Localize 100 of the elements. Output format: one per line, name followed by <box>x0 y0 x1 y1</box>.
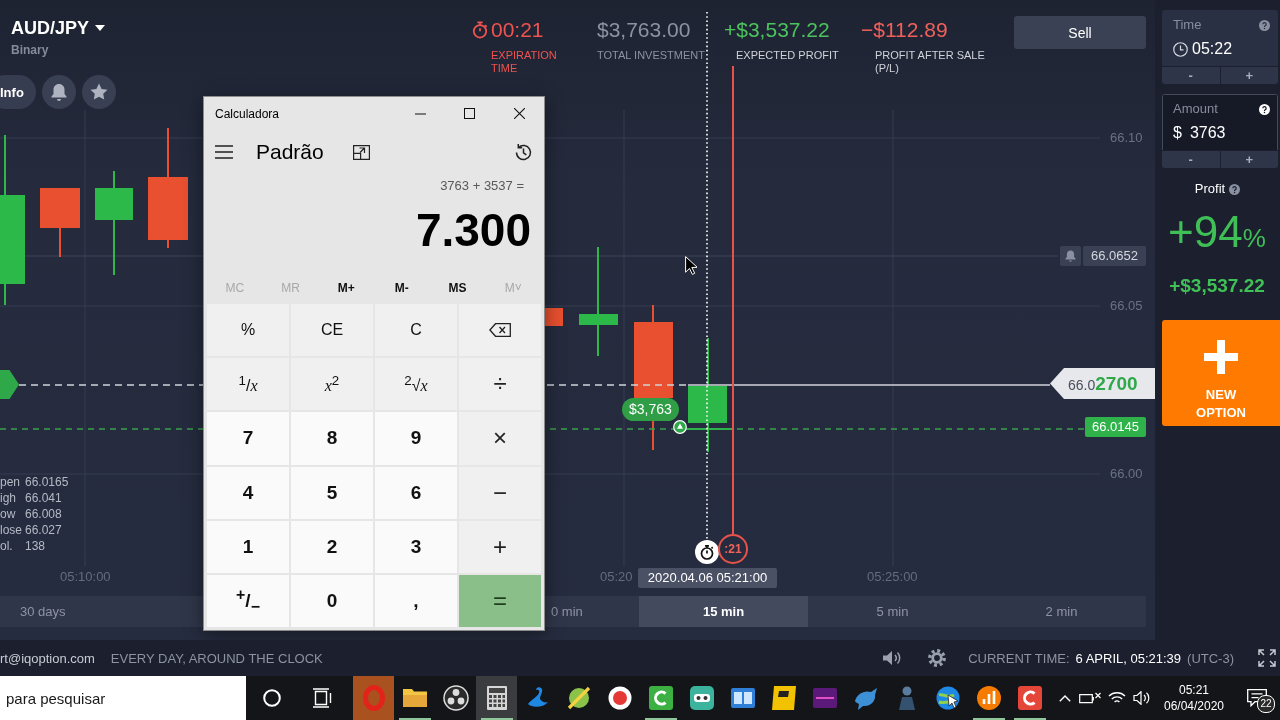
volume-icon[interactable] <box>1133 691 1151 705</box>
ohlc-value: 66.008 <box>25 506 63 522</box>
arc-tile-icon <box>1016 685 1043 711</box>
price-axis-label: 66.00 <box>1110 466 1143 482</box>
wifi-icon[interactable] <box>1108 691 1126 705</box>
ohlc-value: 66.041 <box>25 490 63 506</box>
calculator-key[interactable]: 4 <box>207 466 289 519</box>
equals-key[interactable]: = <box>459 574 541 627</box>
arc-tile-icon <box>647 685 674 711</box>
ohlc-value: 66.0165 <box>25 474 69 490</box>
timeframe-tab[interactable]: 0 min <box>545 596 639 627</box>
expiration-countdown: :21 <box>718 534 748 564</box>
stat-label: EXPIRATION TIME <box>491 49 558 75</box>
amount-field[interactable]: Amount $ 3763 <box>1162 94 1278 150</box>
window-panes-icon <box>729 685 756 711</box>
calculator-key[interactable]: 0 <box>291 574 373 627</box>
ohlc-label: ol. <box>0 538 14 554</box>
calculator-key[interactable]: 6 <box>375 466 457 519</box>
window-title: Calculadora <box>215 106 280 121</box>
settings-icon[interactable] <box>928 649 947 667</box>
decrease-button[interactable]: - <box>1162 151 1220 168</box>
calculator-key[interactable]: $^{+}$/$_{−}$ <box>207 574 289 627</box>
chevron-up-icon[interactable] <box>1059 694 1071 702</box>
ohlc-label: igh <box>0 490 17 506</box>
price-axis-label: 66.10 <box>1110 130 1143 146</box>
stat-value: +$3,537.22 <box>724 18 830 42</box>
bell-icon[interactable] <box>1060 246 1081 266</box>
bell-icon[interactable] <box>41 75 76 109</box>
time-axis-label: 05:10:00 <box>60 569 111 585</box>
fullscreen-icon[interactable] <box>1258 649 1276 667</box>
search-field[interactable]: para pesquisar <box>0 676 246 720</box>
clock-time: 05:21 <box>1179 682 1209 698</box>
currency-symbol: $ <box>1173 123 1182 143</box>
clock-icon <box>1173 41 1188 57</box>
field-label: Time <box>1173 17 1202 33</box>
current-price-tag: 66.02700 <box>1050 368 1155 399</box>
stopwatch-icon <box>472 21 488 39</box>
timeframe-tab[interactable]: 15 min <box>639 596 808 627</box>
stat-label: PROFIT AFTER SALE (P/L) <box>875 49 986 75</box>
tile-app-icon <box>811 685 838 711</box>
three-dot-circle-icon <box>442 685 469 711</box>
notification-count: 22 <box>1257 695 1275 713</box>
timeframe-tab[interactable]: 30 days <box>0 596 200 627</box>
calculator-key[interactable]: 1 <box>207 520 289 573</box>
ring-icon[interactable] <box>263 689 281 707</box>
profit-percent: +94% <box>1168 210 1266 258</box>
taskbar-button[interactable] <box>476 676 517 720</box>
close-icon[interactable] <box>514 108 525 119</box>
timeframe-tab[interactable]: 5 min <box>808 596 977 627</box>
current-time: 6 APRIL, 05:21:39 <box>1075 650 1182 666</box>
stat-label: EXPECTED PROFIT <box>736 49 839 62</box>
minimize-icon[interactable] <box>415 112 426 115</box>
bar-chart-icon <box>975 685 1002 711</box>
sell-button[interactable]: Sell <box>1014 16 1146 49</box>
striped-disc-icon <box>565 685 592 711</box>
time-axis-label: 05:25:00 <box>867 569 918 585</box>
tile-app-icon <box>770 685 797 711</box>
increase-button[interactable]: + <box>1220 151 1278 168</box>
volume-icon[interactable] <box>882 650 903 666</box>
clock-date: 06/04/2020 <box>1163 698 1225 714</box>
help-icon[interactable] <box>1259 103 1270 115</box>
stopwatch-icon <box>695 540 719 564</box>
ohlc-label: ow <box>0 506 17 522</box>
calculator-key[interactable]: 5 <box>291 466 373 519</box>
current-time-label: CURRENT TIME: <box>968 650 1070 666</box>
calculator-key[interactable]: 2 <box>291 520 373 573</box>
calculator-key[interactable]: , <box>375 574 457 627</box>
task-view-icon[interactable] <box>312 688 332 708</box>
calculator-key[interactable]: 3 <box>375 520 457 573</box>
ring-logo-icon <box>360 685 387 711</box>
ohlc-label: lose <box>0 522 23 538</box>
plus-icon <box>1204 340 1238 374</box>
increase-button[interactable]: + <box>1220 67 1278 84</box>
battery-icon[interactable] <box>1079 692 1101 704</box>
stat-value: $3,763.00 <box>597 18 691 42</box>
goggles-tile-icon <box>688 685 715 711</box>
time-axis-label: 05:20 <box>600 569 633 585</box>
support-email-link[interactable]: rt@iqoption.com <box>0 650 95 666</box>
profit-label: Profit <box>1194 182 1226 196</box>
stat-label: TOTAL INVESTMENT <box>597 49 705 62</box>
field-value: 3763 <box>1189 123 1226 143</box>
field-value: 05:22 <box>1192 39 1233 59</box>
asset-selector[interactable]: AUD/JPY <box>11 17 106 39</box>
leaf-icon <box>852 685 879 711</box>
decrease-button[interactable]: - <box>1162 67 1220 84</box>
stat-value: 00:21 <box>491 18 544 42</box>
time-tooltip: 2020.04.06 05:21:00 <box>638 568 777 588</box>
record-icon <box>606 685 633 711</box>
profit-amount: +$3,537.22 <box>1169 275 1265 297</box>
time-field[interactable]: Time 05:22 <box>1162 10 1278 66</box>
calculator-key[interactable]: + <box>459 520 541 573</box>
calculator-key[interactable]: − <box>459 466 541 519</box>
timezone-label: (UTC-3) <box>1187 650 1234 666</box>
price-axis-label: 66.05 <box>1110 298 1143 314</box>
maximize-icon[interactable] <box>464 108 475 119</box>
timeframe-tab[interactable]: 2 min <box>977 596 1146 627</box>
info-button[interactable]: Info <box>0 75 36 109</box>
globe-pointer-icon <box>934 685 961 711</box>
ohlc-value: 138 <box>25 538 47 554</box>
field-label: Amount <box>1173 101 1218 117</box>
